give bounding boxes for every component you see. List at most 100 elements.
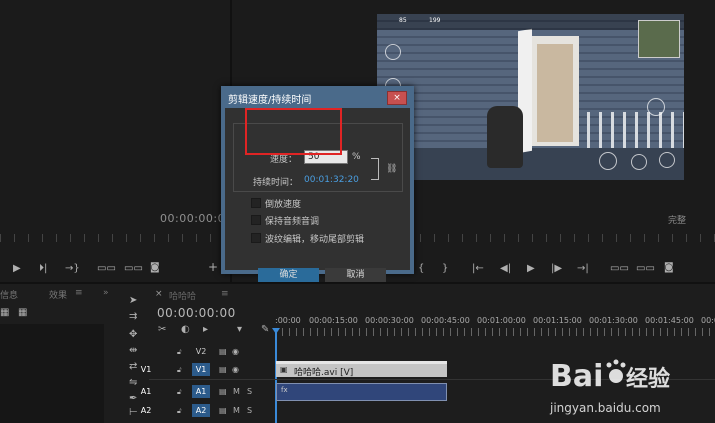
ruler-label: 00:01:15:00 xyxy=(533,316,582,325)
wrench-icon[interactable]: ✎ xyxy=(261,325,269,335)
step-forward-icon[interactable]: ⏵| xyxy=(39,264,47,274)
icon-view-icon[interactable]: ▦ xyxy=(18,308,27,318)
expand-icon[interactable]: » xyxy=(103,288,109,298)
highlight-annotation-box xyxy=(245,108,342,155)
track-target-v1[interactable]: V1 xyxy=(192,363,210,376)
nest-icon[interactable]: ✂ xyxy=(158,325,166,335)
program-fit-dropdown[interactable]: 完整 xyxy=(668,213,686,226)
solo-button[interactable]: S xyxy=(247,387,252,397)
source-patch-a2[interactable]: A2 xyxy=(137,404,155,417)
sequence-tab[interactable]: 哈哈哈 xyxy=(169,289,196,302)
camera-icon[interactable]: ◙ xyxy=(664,263,674,273)
track-select-tool-icon[interactable]: ⇉ xyxy=(129,312,137,322)
program-transport: { } |← ◀| ▶ |▶ →| ▭▭ ▭▭ ◙ xyxy=(414,262,714,276)
panel-menu-icon[interactable]: ≡ xyxy=(75,288,83,298)
add-icon[interactable]: + xyxy=(208,261,218,273)
ruler-label: 00:00:15:00 xyxy=(309,316,358,325)
close-tab-icon[interactable]: × xyxy=(155,289,163,299)
checkbox[interactable] xyxy=(251,198,261,208)
insert-icon[interactable]: →} xyxy=(65,264,80,274)
mark-out-icon[interactable]: } xyxy=(442,264,448,274)
lock-icon[interactable]: 🔓︎ xyxy=(177,387,182,397)
sync-lock-icon[interactable]: ▤ xyxy=(219,387,227,397)
camera-icon[interactable]: ◙ xyxy=(150,263,160,273)
tab-info[interactable]: 信息 xyxy=(0,288,18,301)
video-clip[interactable]: ▣ 哈哈哈.avi [V] xyxy=(276,361,447,378)
lift-icon[interactable]: ▭▭ xyxy=(124,264,143,274)
sync-lock-icon[interactable]: ▤ xyxy=(219,365,227,375)
option-row[interactable]: 倒放速度 xyxy=(251,197,401,210)
extract-icon[interactable]: ▭▭ xyxy=(636,264,655,274)
step-forward-icon[interactable]: |▶ xyxy=(551,264,562,274)
dialog-close-button[interactable]: × xyxy=(387,91,407,105)
duration-value[interactable]: 00:01:32:20 xyxy=(304,175,359,185)
timeline-menu-icon[interactable]: ≡ xyxy=(221,289,229,299)
baidu-logo: Bai 经验 jingyan.baidu.com xyxy=(549,359,670,415)
play-icon[interactable]: ▶ xyxy=(527,264,535,274)
mute-button[interactable]: M xyxy=(233,406,240,416)
checkbox-label: 波纹编辑，移动尾部剪辑 xyxy=(265,235,365,245)
play-icon[interactable]: ▶ xyxy=(13,264,21,274)
track-target-a2[interactable]: A2 xyxy=(192,404,210,417)
video-door-inner xyxy=(537,44,573,142)
hud-stat-2: 199 xyxy=(429,17,441,24)
hud-button xyxy=(631,154,647,170)
project-toolbar: ▦ ▦ xyxy=(0,308,120,320)
lock-icon[interactable]: 🔓︎ xyxy=(177,347,182,357)
option-row[interactable]: 保持音频音调 xyxy=(251,214,401,227)
snap-icon[interactable]: ◐ xyxy=(181,325,190,335)
list-view-icon[interactable]: ▦ xyxy=(0,308,9,318)
linked-select-icon[interactable]: ▸ xyxy=(203,325,208,335)
rolling-edit-tool-icon[interactable]: ⇹ xyxy=(129,346,137,356)
checkbox[interactable] xyxy=(251,233,261,243)
chain-link-icon[interactable]: ⛓ xyxy=(386,164,397,174)
fx-badge-icon: ▣ xyxy=(280,365,288,374)
cancel-button[interactable]: 取消 xyxy=(325,268,386,282)
marker-icon[interactable]: ▾ xyxy=(237,325,242,335)
option-row[interactable]: 波纹编辑，移动尾部剪辑 xyxy=(251,232,401,245)
sync-lock-icon[interactable]: ▤ xyxy=(219,406,227,416)
solo-button[interactable]: S xyxy=(247,406,252,416)
link-bracket xyxy=(371,158,379,180)
duration-label: 持续时间： xyxy=(253,178,299,188)
mute-button[interactable]: M xyxy=(233,387,240,397)
source-patch-v1[interactable]: V1 xyxy=(137,363,155,376)
tab-effects[interactable]: 效果 xyxy=(49,288,67,301)
ruler-label: 00:00:45:00 xyxy=(421,316,470,325)
go-to-out-icon[interactable]: →| xyxy=(577,264,589,274)
track-target-v2[interactable]: V2 xyxy=(192,345,210,358)
eye-icon[interactable]: ◉ xyxy=(232,365,239,375)
ok-button[interactable]: 确定 xyxy=(258,268,319,282)
lift-icon[interactable]: ▭▭ xyxy=(610,264,629,274)
selection-tool-icon[interactable]: ➤ xyxy=(129,296,137,306)
overwrite-icon[interactable]: ▭▭ xyxy=(97,264,116,274)
ruler-label: 00:01:30:00 xyxy=(589,316,638,325)
watermark-url: jingyan.baidu.com xyxy=(549,401,661,415)
program-video-frame: 85 199 xyxy=(377,14,684,180)
step-back-icon[interactable]: ◀| xyxy=(500,264,511,274)
baidu-jingyan-watermark: Bai 经验 jingyan.baidu.com xyxy=(548,356,678,423)
go-to-in-icon[interactable]: |← xyxy=(472,264,484,274)
sync-lock-icon[interactable]: ▤ xyxy=(219,347,227,357)
lock-icon[interactable]: 🔓︎ xyxy=(177,406,182,416)
ruler-label: 00:00:30:00 xyxy=(365,316,414,325)
mark-in-icon[interactable]: { xyxy=(418,264,424,274)
program-ruler xyxy=(420,234,715,242)
timeline-timecode[interactable]: 00:00:00:00 xyxy=(157,306,236,320)
ripple-edit-tool-icon[interactable]: ✥ xyxy=(129,330,137,340)
project-tab-bar: 信息 效果 ≡ » xyxy=(0,288,120,301)
eye-icon[interactable]: ◉ xyxy=(232,347,239,357)
audio-clip[interactable]: fx xyxy=(276,383,447,401)
playhead-handle[interactable] xyxy=(272,328,280,334)
video-railing xyxy=(587,112,684,148)
dialog-title-bar[interactable]: 剪辑速度/持续时间 × xyxy=(221,86,414,106)
watermark-brand-suffix: 经验 xyxy=(626,366,670,392)
hud-button xyxy=(659,152,675,168)
track-target-a1[interactable]: A1 xyxy=(192,385,210,398)
source-patch-a1[interactable]: A1 xyxy=(137,385,155,398)
lock-icon[interactable]: 🔓︎ xyxy=(177,365,182,375)
video-minimap xyxy=(638,20,680,58)
time-ruler[interactable]: :00:00 00:00:15:00 00:00:30:00 00:00:45:00 0… xyxy=(275,316,715,338)
source-transport: ▶ ⏵| →} ▭▭ ▭▭ ◙ + xyxy=(0,261,228,276)
checkbox[interactable] xyxy=(251,215,261,225)
